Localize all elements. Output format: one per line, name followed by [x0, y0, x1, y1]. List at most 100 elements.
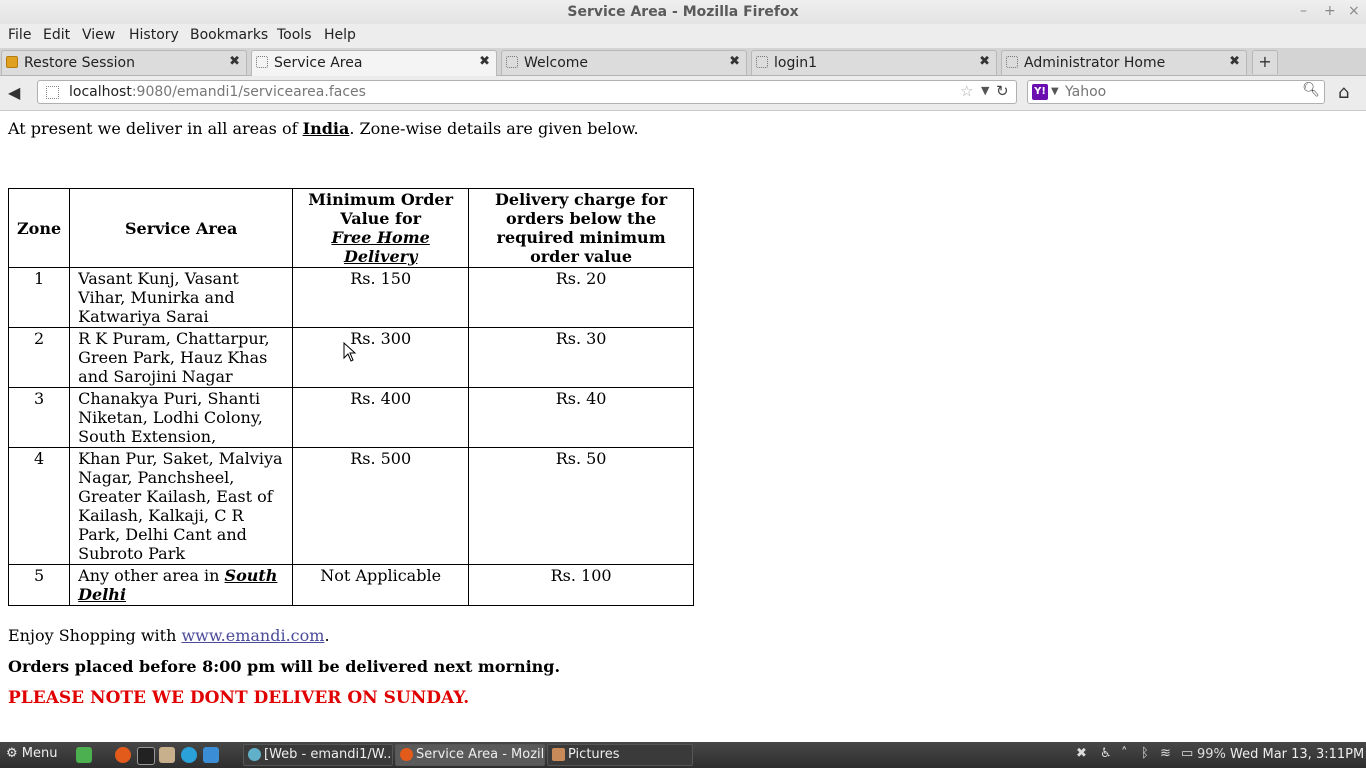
enjoy-text: Enjoy Shopping with www.emandi.com.: [8, 626, 330, 645]
tab-bar: Restore Session ✖ Service Area ✖ Welcome…: [0, 48, 1366, 76]
emandi-link[interactable]: www.emandi.com: [181, 626, 324, 645]
task-label: [Web - emandi1/W...: [264, 747, 393, 762]
menu-label: Menu: [21, 746, 58, 761]
page-icon: [756, 56, 768, 68]
close-window-button[interactable]: ×: [1348, 3, 1360, 19]
menu-view[interactable]: View: [82, 27, 115, 43]
clock[interactable]: Wed Mar 13, 3:11PM: [1230, 747, 1364, 762]
firefox-icon[interactable]: [115, 747, 131, 763]
zone-cell: 4: [7, 447, 71, 565]
back-arrow-icon[interactable]: ◀: [8, 83, 20, 102]
battery-percentage: 99%: [1197, 747, 1226, 762]
intro-after: . Zone-wise details are given below.: [349, 119, 639, 138]
search-input[interactable]: [1065, 84, 1295, 100]
url-path: :9080/emandi1/servicearea.faces: [131, 84, 366, 100]
page-icon: [256, 56, 268, 68]
free-home-delivery-link[interactable]: Free Home Delivery: [332, 228, 430, 266]
url-bar[interactable]: localhost:9080/emandi1/servicearea.faces…: [37, 80, 1017, 104]
header-delivery-charge: Delivery charge for orders below the req…: [468, 188, 694, 268]
enjoy-after: .: [324, 626, 330, 645]
maximize-button[interactable]: +: [1324, 3, 1336, 19]
menu-file[interactable]: File: [8, 27, 31, 43]
tab-label: Administrator Home: [1024, 55, 1166, 71]
task-firefox[interactable]: Service Area - Mozil...: [395, 744, 545, 766]
enjoy-before: Enjoy Shopping with: [8, 626, 182, 645]
search-bar: Y! ▼ 🔍︎: [1027, 80, 1325, 104]
zone-cell: 5: [7, 564, 71, 606]
tab-service-area[interactable]: Service Area ✖: [251, 50, 497, 76]
orders-note: Orders placed before 8:00 pm will be del…: [8, 657, 561, 676]
charge-cell: Rs. 100: [468, 564, 694, 606]
wifi-icon[interactable]: ≋: [1160, 746, 1171, 761]
url-text[interactable]: localhost:9080/emandi1/servicearea.faces: [69, 84, 366, 100]
network-x-icon[interactable]: ✖: [1076, 746, 1087, 761]
menu-edit[interactable]: Edit: [43, 27, 70, 43]
files-icon[interactable]: [159, 747, 175, 763]
header-min-order-text: Minimum Order Value for: [308, 190, 454, 228]
charge-cell: Rs. 40: [468, 387, 694, 448]
editor-icon[interactable]: [203, 747, 219, 763]
task-pictures[interactable]: Pictures: [547, 744, 693, 766]
minimize-button[interactable]: –: [1300, 3, 1307, 19]
min-order-cell: Rs. 150: [292, 267, 470, 328]
min-order-cell: Not Applicable: [292, 564, 470, 606]
table-row: 1 Vasant Kunj, Vasant Vihar, Munirka and…: [7, 267, 694, 328]
yahoo-engine-icon[interactable]: Y!: [1032, 84, 1048, 100]
home-icon[interactable]: ⌂: [1338, 82, 1349, 103]
table-row: 4 Khan Pur, Saket, Malviya Nagar, Panchs…: [7, 447, 694, 565]
start-menu-button[interactable]: ⚙ Menu: [6, 746, 58, 761]
tab-close-icon[interactable]: ✖: [979, 54, 990, 69]
accessibility-icon[interactable]: ♿: [1100, 746, 1112, 761]
taskbar: ⚙ Menu [Web - emandi1/W... Service Area …: [0, 742, 1366, 768]
bookmark-star-icon[interactable]: ☆: [960, 82, 973, 100]
area-cell: R K Puram, Chattarpur, Green Park, Hauz …: [69, 327, 294, 388]
area-text: Any other area in: [78, 566, 225, 585]
tab-close-icon[interactable]: ✖: [479, 54, 490, 69]
window-titlebar: Service Area - Mozilla Firefox – + ×: [0, 0, 1366, 24]
zone-cell: 2: [7, 327, 71, 388]
table-row: 5 Any other area in South Delhi Not Appl…: [7, 564, 694, 606]
search-icon[interactable]: 🔍︎: [1302, 82, 1320, 98]
india-link[interactable]: India: [303, 119, 350, 138]
charge-cell: Rs. 20: [468, 267, 694, 328]
task-eclipse[interactable]: [Web - emandi1/W...: [243, 744, 393, 766]
zone-cell: 1: [7, 267, 71, 328]
tab-close-icon[interactable]: ✖: [1229, 54, 1240, 69]
tab-administrator-home[interactable]: Administrator Home ✖: [1001, 50, 1247, 75]
navigation-bar: ◀ localhost:9080/emandi1/servicearea.fac…: [0, 76, 1366, 111]
intro-before: At present we deliver in all areas of: [8, 119, 303, 138]
bluetooth-icon[interactable]: ᛒ: [1141, 746, 1149, 761]
area-cell: Vasant Kunj, Vasant Vihar, Munirka and K…: [69, 267, 294, 328]
menu-help[interactable]: Help: [324, 27, 356, 43]
page-identity-icon[interactable]: [46, 86, 59, 99]
menu-bar: File Edit View History Bookmarks Tools H…: [0, 24, 1366, 48]
window-title: Service Area - Mozilla Firefox: [567, 4, 799, 20]
tab-restore-session[interactable]: Restore Session ✖: [1, 50, 247, 75]
new-tab-button[interactable]: +: [1252, 50, 1278, 74]
min-order-cell: Rs. 400: [292, 387, 470, 448]
url-dropdown-icon[interactable]: ▼: [981, 84, 989, 97]
table-row: 3 Chanakya Puri, Shanti Niketan, Lodhi C…: [7, 387, 694, 448]
zone-cell: 3: [7, 387, 71, 448]
terminal-icon[interactable]: [137, 747, 155, 765]
tab-close-icon[interactable]: ✖: [729, 54, 740, 69]
show-desktop-icon[interactable]: [76, 747, 92, 763]
battery-icon[interactable]: ▭: [1181, 746, 1193, 761]
tab-welcome[interactable]: Welcome ✖: [501, 50, 747, 75]
pictures-icon: [552, 748, 565, 761]
engine-dropdown-icon[interactable]: ▼: [1051, 86, 1059, 97]
tab-label: login1: [774, 55, 818, 71]
tab-login1[interactable]: login1 ✖: [751, 50, 997, 75]
menu-history[interactable]: History: [129, 27, 179, 43]
chevron-up-icon[interactable]: ˄: [1121, 746, 1128, 761]
page-icon: [1006, 56, 1018, 68]
tab-close-icon[interactable]: ✖: [229, 54, 240, 69]
reload-icon[interactable]: ↻: [996, 82, 1009, 100]
tab-label: Restore Session: [24, 55, 135, 71]
header-service-area: Service Area: [69, 188, 294, 268]
task-label: Pictures: [568, 747, 620, 762]
browser-icon[interactable]: [181, 747, 197, 763]
task-label: Service Area - Mozil...: [416, 747, 545, 762]
menu-bookmarks[interactable]: Bookmarks: [190, 27, 268, 43]
menu-tools[interactable]: Tools: [277, 27, 312, 43]
